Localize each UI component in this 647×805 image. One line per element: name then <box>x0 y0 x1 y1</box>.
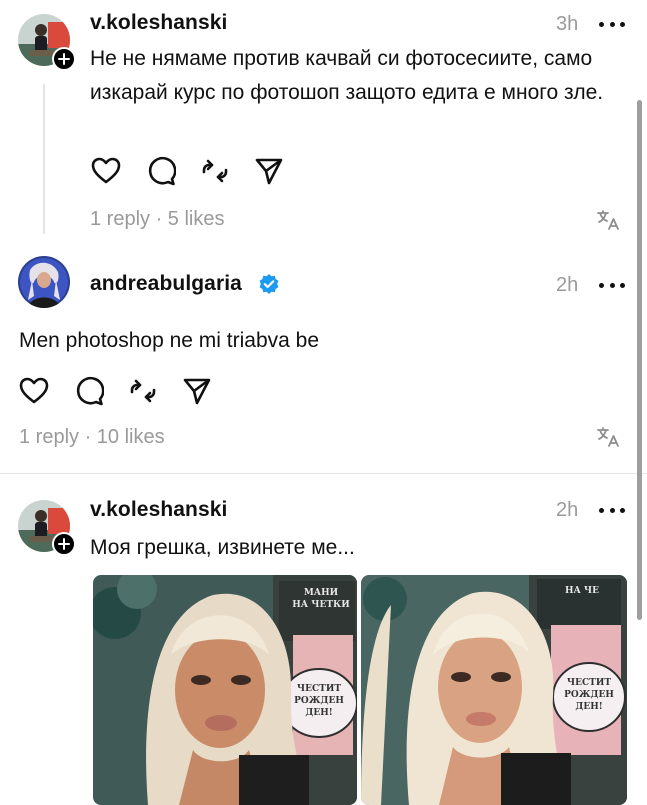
heart-icon[interactable] <box>16 373 52 409</box>
repost-icon[interactable] <box>197 153 233 189</box>
post-photo-before[interactable]: МАНИ НА ЧЕТКИ ЧЕСТИТ РОЖДЕН ДЕН! <box>93 575 357 805</box>
post-text: Не не нямаме против качвай си фотосесиит… <box>90 47 604 104</box>
comment-icon[interactable] <box>71 373 107 409</box>
post-1: v.koleshanski 3h Не не нямаме против кач… <box>0 0 647 240</box>
post-text: Моя грешка, извинете ме... <box>90 536 355 559</box>
more-icon[interactable] <box>599 19 625 29</box>
timestamp: 2h <box>556 499 579 521</box>
share-icon[interactable] <box>179 373 215 409</box>
follow-plus-icon[interactable] <box>52 532 76 556</box>
photo-sign-text: НА ЧЕ <box>564 586 600 596</box>
post-stats[interactable]: 1 reply · 5 likes <box>90 208 225 231</box>
username[interactable]: v.koleshanski <box>90 11 227 35</box>
photo-sign-text: МАНИ НА ЧЕТКИ <box>292 588 350 610</box>
verified-icon <box>258 273 280 300</box>
post-stats[interactable]: 1 reply · 10 likes <box>19 426 165 449</box>
follow-plus-icon[interactable] <box>52 47 76 71</box>
translate-icon[interactable] <box>596 425 620 454</box>
heart-icon[interactable] <box>88 153 124 189</box>
thread-line <box>43 84 45 234</box>
username[interactable]: v.koleshanski <box>90 498 227 522</box>
avatar[interactable] <box>18 256 70 308</box>
post-2: andreabulgaria 2h Men photoshop ne mi tr… <box>0 240 647 473</box>
repost-icon[interactable] <box>125 373 161 409</box>
scrollbar[interactable] <box>637 100 642 620</box>
post-3: v.koleshanski 2h Моя грешка, извинете ме… <box>0 474 647 805</box>
comment-icon[interactable] <box>143 153 179 189</box>
translate-icon[interactable] <box>596 208 620 237</box>
photo-banner-text: ЧЕСТИТ РОЖДЕН ДЕН! <box>564 678 614 712</box>
post-text: Men photoshop ne mi triabva be <box>19 329 320 352</box>
timestamp: 3h <box>556 13 579 35</box>
username[interactable]: andreabulgaria <box>90 272 242 296</box>
photo-banner-text: ЧЕСТИТ РОЖДЕН ДЕН! <box>294 684 344 718</box>
timestamp: 2h <box>556 274 579 296</box>
more-icon[interactable] <box>599 280 625 290</box>
share-icon[interactable] <box>251 153 287 189</box>
post-photo-after[interactable]: НА ЧЕ ЧЕСТИТ РОЖДЕН ДЕН! <box>361 575 627 805</box>
more-icon[interactable] <box>599 505 625 515</box>
